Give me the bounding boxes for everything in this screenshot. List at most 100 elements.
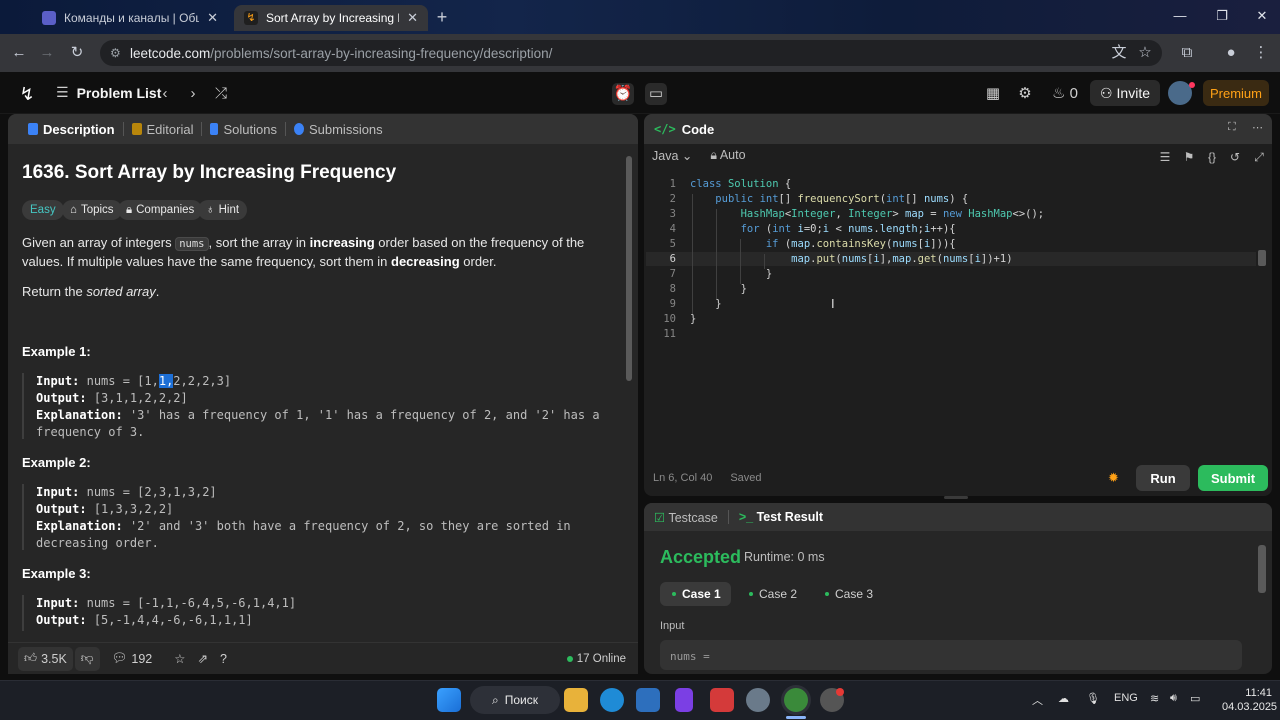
problem-title[interactable]: 1636. Sort Array by Increasing Frequency [22, 162, 396, 184]
debug-bug-icon[interactable]: ✹ [1108, 470, 1119, 486]
auto-mode[interactable]: 🔒︎ Auto [710, 148, 745, 163]
cloud-icon[interactable]: ☁ [1058, 692, 1069, 705]
tab-submissions[interactable]: Submissions [286, 122, 391, 137]
close-window-icon[interactable]: ✕ [1252, 8, 1272, 24]
result-scrollbar[interactable] [1258, 545, 1266, 593]
browser-tab-teams[interactable]: Команды и каналы | Общий | ✕ [32, 5, 228, 31]
wifi-icon[interactable]: ≋ [1150, 692, 1159, 705]
like-button[interactable]: 👍︎ 3.5K [18, 646, 73, 671]
browser-tab-leetcode[interactable]: ↯ Sort Array by Increasing Freque ✕ [234, 5, 428, 31]
site-info-icon[interactable]: ⚙ [110, 46, 124, 60]
example-heading: Example 3: [22, 566, 91, 581]
streak-counter[interactable]: ♨ 0 [1048, 83, 1082, 105]
favorite-button[interactable]: ☆ [168, 647, 191, 671]
figma-icon[interactable] [675, 688, 693, 712]
url-path: /problems/sort-array-by-increasing-frequ… [210, 45, 553, 61]
share-button[interactable]: ⇗ [191, 647, 213, 671]
address-bar[interactable]: leetcode.com/problems/sort-array-by-incr… [100, 40, 1162, 66]
braces-icon[interactable]: {} [1203, 148, 1221, 166]
close-tab-icon[interactable]: ✕ [207, 10, 218, 26]
edge-browser-icon[interactable] [600, 688, 624, 712]
prev-problem-icon[interactable]: ‹ [154, 83, 176, 105]
pass-dot [672, 592, 676, 596]
shuffle-icon[interactable]: ⤮ [210, 83, 232, 105]
case-tab-3[interactable]: Case 3 [813, 582, 883, 606]
line-number: 10 [663, 313, 676, 325]
leetcode-logo-icon[interactable]: ↯ [16, 83, 38, 105]
battery-icon[interactable]: ▭ [1190, 692, 1200, 705]
run-button[interactable]: Run [1136, 465, 1190, 491]
tab-editorial[interactable]: Editorial [124, 122, 202, 137]
reload-icon[interactable]: ↻ [66, 42, 88, 64]
close-tab-icon[interactable]: ✕ [407, 10, 418, 26]
example-block: Input: nums = [1,1,2,2,2,3] Output: [3,1… [22, 373, 612, 439]
microphone-icon[interactable]: 🎙︎ [1086, 692, 1100, 705]
minimize-icon[interactable]: — [1170, 8, 1190, 23]
store-icon[interactable] [636, 688, 660, 712]
maximize-icon[interactable]: ❐ [1212, 8, 1232, 24]
maximize-panel-icon[interactable]: ⛶ [1228, 121, 1236, 134]
scrollbar-thumb[interactable] [626, 156, 632, 381]
comments-button[interactable]: 💬︎ 192 [106, 647, 159, 671]
statement-bold: decreasing [391, 254, 460, 269]
taskbar-clock[interactable]: 11:41 04.03.2025 [1222, 686, 1277, 714]
volume-icon[interactable]: 🔊︎ [1170, 692, 1177, 705]
format-icon[interactable]: ☰ [1156, 148, 1174, 166]
profile-avatar[interactable]: ● [1220, 42, 1242, 64]
code-line: } [690, 313, 697, 325]
output-label: Output: [36, 502, 87, 516]
layout-grid-icon[interactable]: ▦ [982, 83, 1004, 105]
panel-resize-handle[interactable] [944, 496, 968, 499]
premium-button[interactable]: Premium [1203, 80, 1269, 106]
case-tab-2[interactable]: Case 2 [737, 582, 807, 606]
code-line: HashMap<Integer, Integer> map = new Hash… [740, 208, 1045, 220]
language-label: Java [652, 149, 679, 163]
file-explorer-icon[interactable] [564, 688, 588, 712]
extensions-icon[interactable]: ⧉ [1176, 42, 1198, 64]
timer-icon[interactable]: ⏰ [612, 83, 634, 105]
description-scrollbar[interactable] [624, 144, 634, 640]
tab-description[interactable]: Description [20, 122, 123, 137]
app-icon[interactable] [710, 688, 734, 712]
bookmark-star-icon[interactable]: ☆ [1134, 42, 1156, 64]
hint-chip[interactable]: ♁ Hint [198, 200, 248, 220]
translate-icon[interactable]: 文 [1108, 42, 1130, 64]
chrome-browser-icon[interactable] [784, 688, 808, 712]
notes-icon[interactable]: ▭ [645, 83, 667, 105]
case-label: Case 2 [759, 587, 798, 601]
next-problem-icon[interactable]: › [182, 83, 204, 105]
cursor-position: Ln 6, Col 40 [653, 472, 713, 484]
companies-chip[interactable]: 🔒︎ Companies [118, 200, 203, 220]
dislike-button[interactable]: 👎︎ [74, 646, 100, 671]
case-tab-1[interactable]: Case 1 [660, 582, 731, 606]
notification-badge [836, 688, 844, 696]
panel-menu-icon[interactable]: ⋯ [1252, 121, 1263, 134]
language-indicator[interactable]: ENG [1114, 692, 1138, 704]
tab-label: Команды и каналы | Общий | [64, 11, 199, 25]
invite-button[interactable]: ⚇ Invite [1090, 80, 1160, 106]
reset-icon[interactable]: ↺ [1226, 148, 1244, 166]
comment-count: 192 [131, 651, 153, 666]
tab-test-result[interactable]: >_ Test Result [739, 510, 823, 524]
language-select[interactable]: Java ⌄ [652, 148, 692, 163]
new-tab-button[interactable]: + [432, 8, 452, 28]
chevron-up-icon[interactable]: ︿ [1032, 692, 1043, 708]
windows-start-icon[interactable] [437, 688, 461, 712]
problem-list-link[interactable]: ☰ Problem List [56, 84, 161, 101]
taskbar-search[interactable]: ⌕ Поиск [470, 686, 560, 714]
bookmark-icon[interactable]: ⚑ [1180, 148, 1198, 166]
tab-solutions[interactable]: Solutions [202, 122, 284, 137]
back-icon[interactable]: ← [8, 42, 30, 64]
help-button[interactable]: ? [214, 647, 233, 671]
forward-icon[interactable]: → [36, 42, 58, 64]
verdict-status: Accepted [660, 547, 742, 567]
fullscreen-icon[interactable]: ⤢ [1250, 148, 1268, 166]
browser-menu-icon[interactable]: ⋮ [1250, 42, 1272, 64]
submit-button[interactable]: Submit [1198, 465, 1268, 491]
topics-chip[interactable]: ⌂ Topics [62, 200, 122, 220]
settings-gear-icon[interactable]: ⚙ [1014, 83, 1036, 105]
app-icon[interactable] [746, 688, 770, 712]
editor-scrollbar[interactable] [1258, 250, 1266, 266]
tag-icon: ⌂ [70, 204, 77, 216]
tab-testcase[interactable]: ☑ Testcase [654, 510, 718, 525]
